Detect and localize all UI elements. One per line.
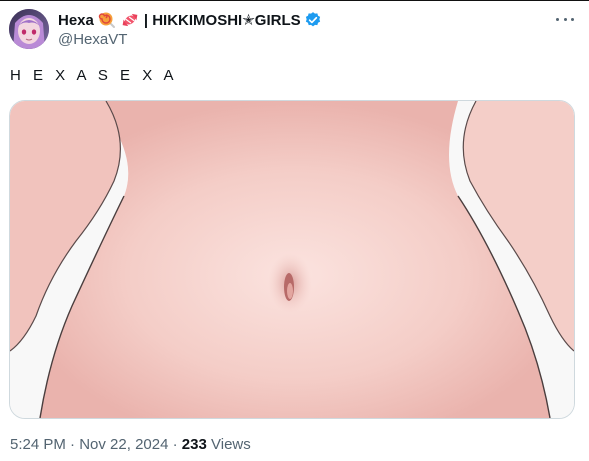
meta-separator: ·	[70, 436, 76, 453]
tweet-metadata: 5:24 PM · Nov 22, 2024 · 233 Views	[10, 436, 251, 453]
avatar-image	[9, 9, 49, 49]
views-count: 233	[181, 436, 207, 453]
more-dot	[571, 17, 574, 21]
more-dot	[556, 17, 559, 21]
more-options-icon[interactable]	[554, 12, 576, 26]
verified-badge-icon	[304, 11, 322, 29]
lollipop-emoji	[98, 11, 116, 29]
tweet-media-image[interactable]	[9, 100, 575, 419]
avatar[interactable]	[9, 9, 49, 49]
tweet-time[interactable]: 5:24 PM	[10, 436, 66, 453]
display-name[interactable]: Hexa	[58, 12, 94, 29]
tweet-date[interactable]: Nov 22, 2024	[79, 436, 168, 453]
meta-separator: ·	[172, 436, 178, 453]
tweet-text: H E X A S E X A	[10, 67, 178, 84]
author-handle[interactable]: @HexaVT	[58, 31, 127, 48]
more-dot	[563, 17, 567, 21]
media-illustration	[10, 101, 574, 418]
top-divider	[0, 0, 589, 1]
author-name-row[interactable]: Hexa | HIKKIMOSHI✭GIRLS	[58, 10, 322, 30]
views-label: Views	[211, 436, 251, 453]
candy-emoji	[120, 11, 140, 29]
name-suffix: | HIKKIMOSHI✭GIRLS	[143, 12, 301, 29]
